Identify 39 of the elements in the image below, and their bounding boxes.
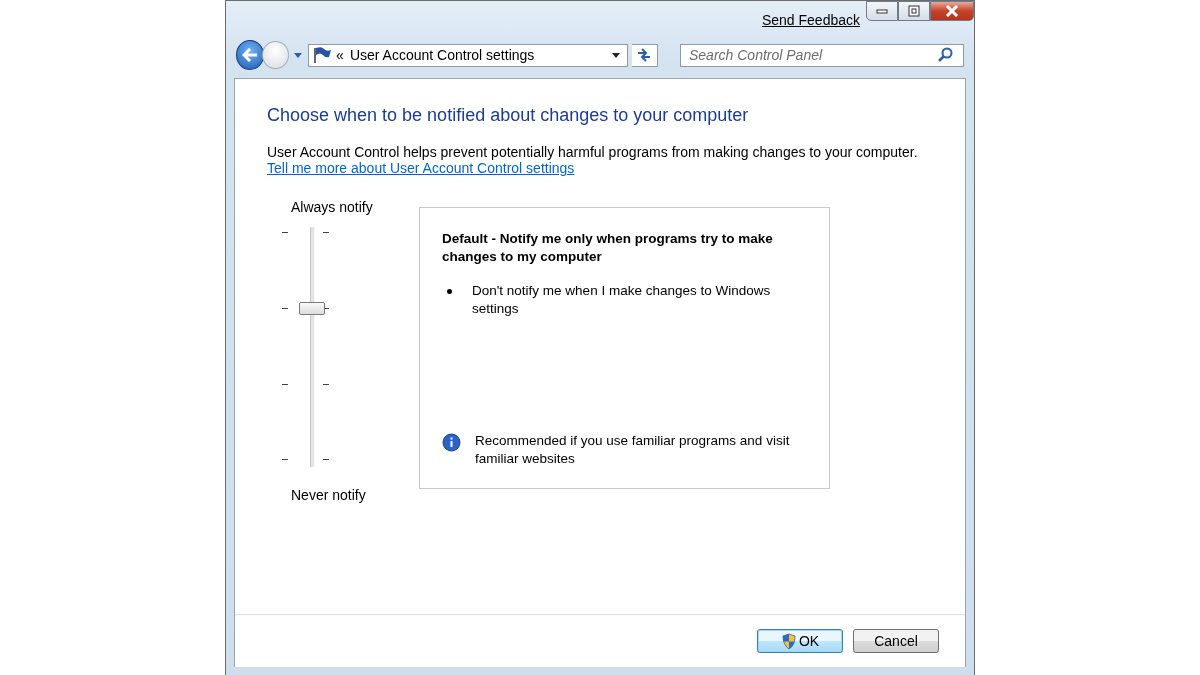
search-icon bbox=[938, 46, 954, 63]
tick-mark bbox=[282, 459, 288, 460]
minimize-icon bbox=[876, 7, 888, 15]
breadcrumb-chevron[interactable]: « bbox=[336, 47, 344, 63]
send-feedback-link[interactable]: Send Feedback bbox=[761, 12, 860, 28]
ok-button[interactable]: OK bbox=[757, 629, 843, 653]
flag-icon bbox=[312, 46, 333, 64]
recommendation-text: Recommended if you use familiar programs and visit familiar websites bbox=[475, 432, 791, 468]
address-text: User Account Control settings bbox=[349, 47, 536, 63]
info-icon bbox=[442, 433, 461, 452]
tick-mark bbox=[323, 308, 329, 309]
tick-mark bbox=[282, 384, 288, 385]
slider-top-label: Always notify bbox=[291, 199, 374, 215]
back-button[interactable] bbox=[236, 40, 265, 70]
close-icon bbox=[945, 5, 959, 17]
help-link[interactable]: Tell me more about User Account Control settings bbox=[267, 160, 575, 176]
slider-bottom-label: Never notify bbox=[291, 487, 367, 503]
tick-mark bbox=[323, 459, 329, 460]
refresh-button[interactable] bbox=[631, 43, 658, 67]
tick-mark bbox=[323, 232, 329, 233]
address-bar[interactable]: « User Account Control settings bbox=[308, 43, 628, 67]
tick-mark bbox=[282, 232, 288, 233]
search-field[interactable]: Search Control Panel bbox=[680, 43, 964, 67]
cancel-button[interactable]: Cancel bbox=[853, 629, 939, 653]
close-button[interactable] bbox=[930, 1, 974, 21]
bullet-icon bbox=[447, 289, 452, 294]
maximize-button[interactable] bbox=[898, 1, 930, 21]
description-text: User Account Control helps prevent potentially harmful programs from making changes to your computer. bbox=[267, 144, 919, 160]
slider-thumb[interactable] bbox=[299, 301, 325, 315]
tick-mark bbox=[282, 308, 288, 309]
caret-icon[interactable] bbox=[610, 51, 621, 59]
back-arrow-icon bbox=[242, 48, 259, 62]
page-heading: Choose when to be notified about changes to your computer bbox=[267, 105, 750, 126]
tick-mark bbox=[323, 384, 329, 385]
shield-icon bbox=[780, 632, 797, 650]
setting-title: Default - Notify me only when programs try to make changes to my computer bbox=[442, 230, 774, 266]
minimize-button[interactable] bbox=[866, 1, 898, 21]
maximize-icon bbox=[908, 5, 920, 17]
bullet-text: Don't notify me when I make changes to Windows settings bbox=[472, 282, 772, 318]
